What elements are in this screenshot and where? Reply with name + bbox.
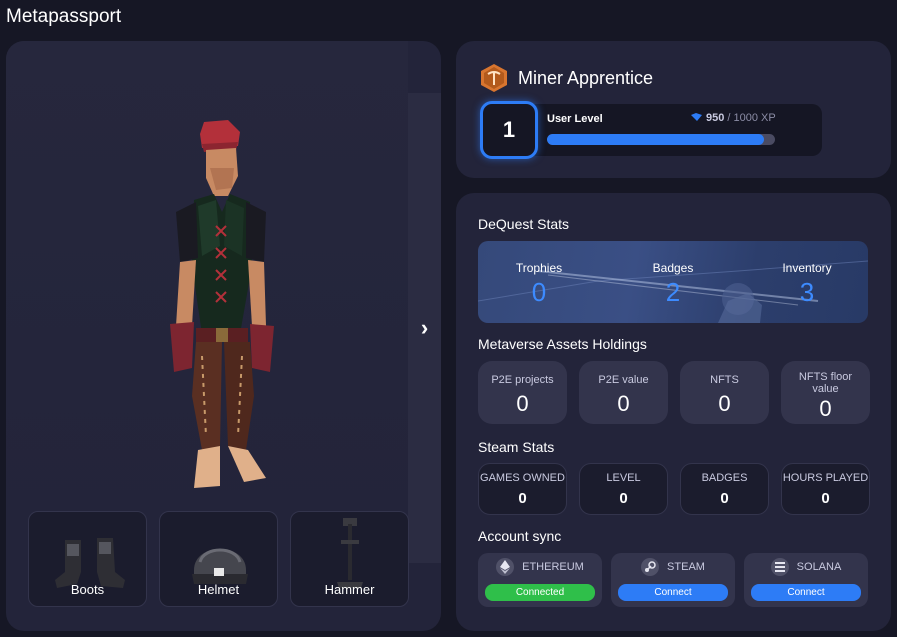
asset-card-p2e-value: P2E value 0	[579, 361, 668, 424]
xp-current: 950	[706, 112, 725, 124]
account-sync-row: ETHEREUM Connected STEAM Connect SOLANA …	[478, 553, 868, 607]
level-panel: Miner Apprentice 1 User Level 950 / 1000…	[456, 41, 891, 178]
steam-value: 0	[821, 490, 830, 507]
sync-account-name: STEAM	[667, 561, 705, 573]
rank-title: Miner Apprentice	[518, 67, 654, 88]
avatar-viewport	[6, 41, 408, 536]
carousel-strip: ›	[408, 93, 441, 563]
item-card-helmet[interactable]: Helmet	[159, 511, 278, 607]
steam-value: 0	[619, 490, 628, 507]
item-label-helmet: Helmet	[197, 582, 240, 597]
xp-progress-fill	[547, 134, 764, 145]
dequest-stat-label: Badges	[652, 261, 694, 275]
user-level-badge: 1	[480, 101, 538, 159]
sync-card-solana: SOLANA Connect	[744, 553, 868, 607]
rank-header: Miner Apprentice	[480, 63, 653, 93]
asset-label: NFTS	[710, 374, 739, 386]
xp-gem-icon	[691, 113, 702, 121]
xp-total: / 1000 XP	[724, 112, 776, 124]
steam-icon	[641, 558, 660, 576]
dequest-stat-value: 3	[799, 277, 815, 307]
dequest-stat-badges[interactable]: Badges 2	[618, 261, 728, 308]
dequest-stat-trophies[interactable]: Trophies 0	[484, 261, 594, 308]
steam-card-games-owned: GAMES OWNED 0	[478, 463, 567, 515]
sync-card-header: STEAM	[611, 553, 735, 576]
sync-title: Account sync	[478, 528, 562, 544]
asset-value: 0	[819, 396, 832, 422]
dequest-stat-value: 2	[665, 277, 681, 307]
asset-card-nfts-floor-value: NFTS floor value 0	[781, 361, 870, 424]
sync-card-header: ETHEREUM	[478, 553, 602, 576]
asset-card-nfts: NFTS 0	[680, 361, 769, 424]
asset-label: NFTS floor value	[798, 371, 853, 396]
asset-card-p2e-projects: P2E projects 0	[478, 361, 567, 424]
asset-label: P2E value	[598, 374, 649, 386]
user-level-label: User Level	[547, 113, 603, 125]
asset-value: 0	[617, 391, 630, 417]
assets-row: P2E projects 0 P2E value 0 NFTS 0 NFTS f…	[478, 361, 870, 424]
stats-panel: DeQuest Stats Trophies 0 Badges 2 Invent…	[456, 193, 891, 631]
chevron-right-icon[interactable]: ›	[421, 317, 428, 339]
ethereum-icon	[496, 558, 515, 576]
dequest-title: DeQuest Stats	[478, 216, 570, 232]
steam-label: BADGES	[701, 472, 748, 484]
sync-account-name: SOLANA	[796, 561, 842, 573]
dequest-banner: Trophies 0 Badges 2 Inventory 3	[478, 241, 868, 323]
steam-label: GAMES OWNED	[480, 472, 565, 484]
assets-title: Metaverse Assets Holdings	[478, 336, 647, 352]
steam-connect-button[interactable]: Connect	[618, 584, 728, 601]
dequest-stat-label: Inventory	[782, 261, 832, 275]
dequest-stat-inventory[interactable]: Inventory 3	[752, 261, 862, 308]
dequest-stat-label: Trophies	[515, 261, 563, 275]
equipment-row: Boots Helmet Hammer	[28, 511, 409, 607]
dequest-stat-value: 0	[531, 277, 547, 307]
xp-readout: 950 / 1000 XP	[690, 112, 776, 124]
sync-card-steam: STEAM Connect	[611, 553, 735, 607]
steam-title: Steam Stats	[478, 439, 555, 455]
app-title: Metapassport	[6, 6, 122, 27]
steam-value: 0	[720, 490, 729, 507]
sync-card-header: SOLANA	[744, 553, 868, 576]
steam-card-level: LEVEL 0	[579, 463, 668, 515]
steam-card-hours-played: HOURS PLAYED 0	[781, 463, 870, 515]
steam-label: HOURS PLAYED	[782, 472, 869, 484]
asset-value: 0	[516, 391, 529, 417]
asset-value: 0	[718, 391, 731, 417]
item-card-hammer[interactable]: Hammer	[290, 511, 409, 607]
character-avatar[interactable]	[136, 116, 286, 496]
item-card-boots[interactable]: Boots	[28, 511, 147, 607]
character-panel: › Boots Helmet Hammer	[6, 41, 441, 631]
item-label-boots: Boots	[70, 582, 105, 597]
steam-card-badges: BADGES 0	[680, 463, 769, 515]
steam-value: 0	[518, 490, 527, 507]
steam-label: LEVEL	[606, 472, 641, 484]
pickaxe-hex-icon	[481, 64, 507, 92]
sync-card-ethereum: ETHEREUM Connected	[478, 553, 602, 607]
item-label-hammer: Hammer	[324, 582, 375, 597]
steam-row: GAMES OWNED 0 LEVEL 0 BADGES 0 HOURS PLA…	[478, 463, 870, 515]
solana-icon	[770, 558, 789, 576]
sync-account-name: ETHEREUM	[522, 561, 584, 573]
asset-label: P2E projects	[491, 374, 554, 386]
xp-progress-bar	[547, 134, 775, 145]
solana-connect-button[interactable]: Connect	[751, 584, 861, 601]
ethereum-connected-button[interactable]: Connected	[485, 584, 595, 601]
